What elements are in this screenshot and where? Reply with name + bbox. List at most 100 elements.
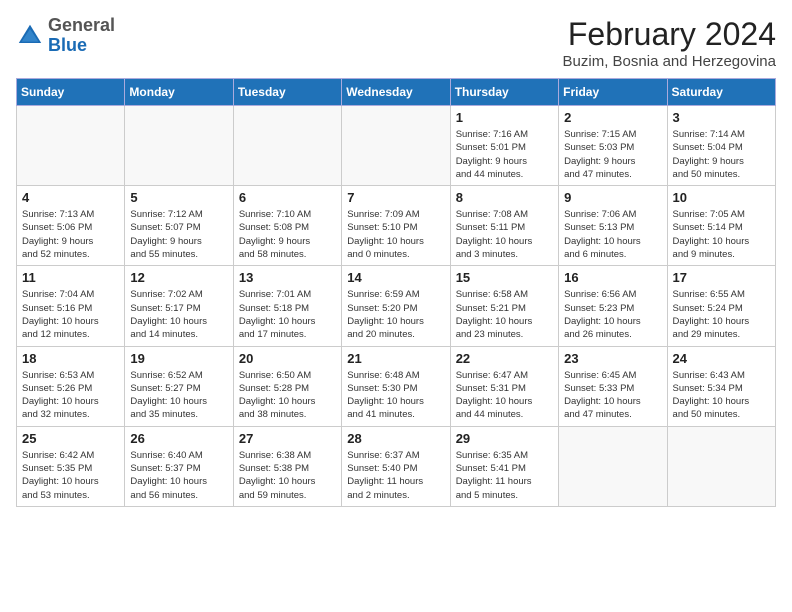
logo-icon	[16, 22, 44, 50]
weekday-header-monday: Monday	[125, 79, 233, 106]
day-info: Sunrise: 6:59 AM Sunset: 5:20 PM Dayligh…	[347, 288, 444, 341]
day-number: 21	[347, 351, 444, 366]
weekday-header-friday: Friday	[559, 79, 667, 106]
weekday-header-wednesday: Wednesday	[342, 79, 450, 106]
day-number: 1	[456, 110, 553, 125]
day-info: Sunrise: 6:50 AM Sunset: 5:28 PM Dayligh…	[239, 369, 336, 422]
calendar-cell: 23 Sunrise: 6:45 AM Sunset: 5:33 PM Dayli…	[559, 346, 667, 426]
day-info: Sunrise: 6:55 AM Sunset: 5:24 PM Dayligh…	[673, 288, 770, 341]
day-info: Sunrise: 6:38 AM Sunset: 5:38 PM Dayligh…	[239, 449, 336, 502]
day-info: Sunrise: 7:10 AM Sunset: 5:08 PM Dayligh…	[239, 208, 336, 261]
calendar-cell: 11 Sunrise: 7:04 AM Sunset: 5:16 PM Dayli…	[17, 266, 125, 346]
calendar-cell: 27 Sunrise: 6:38 AM Sunset: 5:38 PM Dayli…	[233, 426, 341, 506]
day-info: Sunrise: 6:35 AM Sunset: 5:41 PM Dayligh…	[456, 449, 553, 502]
day-info: Sunrise: 6:53 AM Sunset: 5:26 PM Dayligh…	[22, 369, 119, 422]
day-number: 29	[456, 431, 553, 446]
weekday-header-saturday: Saturday	[667, 79, 775, 106]
weekday-header-sunday: Sunday	[17, 79, 125, 106]
calendar-cell: 2 Sunrise: 7:15 AM Sunset: 5:03 PM Daylig…	[559, 106, 667, 186]
calendar-cell: 20 Sunrise: 6:50 AM Sunset: 5:28 PM Dayli…	[233, 346, 341, 426]
day-info: Sunrise: 7:02 AM Sunset: 5:17 PM Dayligh…	[130, 288, 227, 341]
weekday-header-tuesday: Tuesday	[233, 79, 341, 106]
calendar-cell: 28Sunrise: 6:37 AM Sunset: 5:40 PM Dayli…	[342, 426, 450, 506]
calendar-cell: 7Sunrise: 7:09 AM Sunset: 5:10 PM Daylig…	[342, 186, 450, 266]
day-info: Sunrise: 7:04 AM Sunset: 5:16 PM Dayligh…	[22, 288, 119, 341]
day-number: 5	[130, 190, 227, 205]
day-number: 19	[130, 351, 227, 366]
calendar-cell: 18 Sunrise: 6:53 AM Sunset: 5:26 PM Dayli…	[17, 346, 125, 426]
day-info: Sunrise: 6:42 AM Sunset: 5:35 PM Dayligh…	[22, 449, 119, 502]
calendar-cell: 3 Sunrise: 7:14 AM Sunset: 5:04 PM Daylig…	[667, 106, 775, 186]
day-number: 22	[456, 351, 553, 366]
calendar-cell	[233, 106, 341, 186]
location: Buzim, Bosnia and Herzegovina	[563, 53, 776, 70]
calendar-cell: 21 Sunrise: 6:48 AM Sunset: 5:30 PM Dayli…	[342, 346, 450, 426]
calendar-cell: 19Sunrise: 6:52 AM Sunset: 5:27 PM Dayli…	[125, 346, 233, 426]
calendar-week-1: 1 Sunrise: 7:16 AM Sunset: 5:01 PM Daylig…	[17, 106, 776, 186]
day-number: 12	[130, 270, 227, 285]
calendar-cell: 4 Sunrise: 7:13 AM Sunset: 5:06 PM Daylig…	[17, 186, 125, 266]
weekday-header-row: SundayMondayTuesdayWednesdayThursdayFrid…	[17, 79, 776, 106]
day-number: 17	[673, 270, 770, 285]
logo-general-text: General	[48, 15, 115, 35]
calendar-week-4: 18 Sunrise: 6:53 AM Sunset: 5:26 PM Dayli…	[17, 346, 776, 426]
day-info: Sunrise: 7:05 AM Sunset: 5:14 PM Dayligh…	[673, 208, 770, 261]
title-block: February 2024 Buzim, Bosnia and Herzegov…	[563, 16, 776, 70]
day-number: 6	[239, 190, 336, 205]
day-number: 13	[239, 270, 336, 285]
calendar-cell	[667, 426, 775, 506]
calendar-cell	[17, 106, 125, 186]
calendar-week-5: 25 Sunrise: 6:42 AM Sunset: 5:35 PM Dayli…	[17, 426, 776, 506]
day-info: Sunrise: 6:56 AM Sunset: 5:23 PM Dayligh…	[564, 288, 661, 341]
day-info: Sunrise: 7:09 AM Sunset: 5:10 PM Dayligh…	[347, 208, 444, 261]
calendar-cell: 14 Sunrise: 6:59 AM Sunset: 5:20 PM Dayli…	[342, 266, 450, 346]
day-number: 10	[673, 190, 770, 205]
calendar-table: SundayMondayTuesdayWednesdayThursdayFrid…	[16, 78, 776, 507]
calendar-cell: 16 Sunrise: 6:56 AM Sunset: 5:23 PM Dayli…	[559, 266, 667, 346]
day-number: 4	[22, 190, 119, 205]
day-info: Sunrise: 7:01 AM Sunset: 5:18 PM Dayligh…	[239, 288, 336, 341]
calendar-cell: 13 Sunrise: 7:01 AM Sunset: 5:18 PM Dayli…	[233, 266, 341, 346]
day-info: Sunrise: 6:37 AM Sunset: 5:40 PM Dayligh…	[347, 449, 444, 502]
day-number: 24	[673, 351, 770, 366]
calendar-cell: 9Sunrise: 7:06 AM Sunset: 5:13 PM Daylig…	[559, 186, 667, 266]
day-info: Sunrise: 7:12 AM Sunset: 5:07 PM Dayligh…	[130, 208, 227, 261]
calendar-cell	[342, 106, 450, 186]
calendar-cell: 6 Sunrise: 7:10 AM Sunset: 5:08 PM Daylig…	[233, 186, 341, 266]
month-title: February 2024	[563, 16, 776, 53]
day-number: 14	[347, 270, 444, 285]
page-header: General Blue February 2024 Buzim, Bosnia…	[16, 16, 776, 70]
calendar-cell: 25 Sunrise: 6:42 AM Sunset: 5:35 PM Dayli…	[17, 426, 125, 506]
day-number: 9	[564, 190, 661, 205]
weekday-header-thursday: Thursday	[450, 79, 558, 106]
day-info: Sunrise: 6:45 AM Sunset: 5:33 PM Dayligh…	[564, 369, 661, 422]
logo-blue-text: Blue	[48, 35, 87, 55]
day-info: Sunrise: 6:47 AM Sunset: 5:31 PM Dayligh…	[456, 369, 553, 422]
calendar-cell: 29 Sunrise: 6:35 AM Sunset: 5:41 PM Dayli…	[450, 426, 558, 506]
day-number: 18	[22, 351, 119, 366]
calendar-cell: 22 Sunrise: 6:47 AM Sunset: 5:31 PM Dayli…	[450, 346, 558, 426]
day-info: Sunrise: 7:14 AM Sunset: 5:04 PM Dayligh…	[673, 128, 770, 181]
calendar-week-2: 4 Sunrise: 7:13 AM Sunset: 5:06 PM Daylig…	[17, 186, 776, 266]
calendar-cell: 5 Sunrise: 7:12 AM Sunset: 5:07 PM Daylig…	[125, 186, 233, 266]
calendar-week-3: 11 Sunrise: 7:04 AM Sunset: 5:16 PM Dayli…	[17, 266, 776, 346]
day-number: 11	[22, 270, 119, 285]
day-number: 2	[564, 110, 661, 125]
day-number: 20	[239, 351, 336, 366]
day-number: 25	[22, 431, 119, 446]
day-number: 3	[673, 110, 770, 125]
calendar-cell: 26Sunrise: 6:40 AM Sunset: 5:37 PM Dayli…	[125, 426, 233, 506]
day-number: 27	[239, 431, 336, 446]
day-info: Sunrise: 7:15 AM Sunset: 5:03 PM Dayligh…	[564, 128, 661, 181]
day-info: Sunrise: 7:13 AM Sunset: 5:06 PM Dayligh…	[22, 208, 119, 261]
day-info: Sunrise: 7:16 AM Sunset: 5:01 PM Dayligh…	[456, 128, 553, 181]
day-number: 23	[564, 351, 661, 366]
day-info: Sunrise: 7:08 AM Sunset: 5:11 PM Dayligh…	[456, 208, 553, 261]
calendar-cell: 1 Sunrise: 7:16 AM Sunset: 5:01 PM Daylig…	[450, 106, 558, 186]
day-number: 8	[456, 190, 553, 205]
day-info: Sunrise: 6:43 AM Sunset: 5:34 PM Dayligh…	[673, 369, 770, 422]
calendar-cell: 8 Sunrise: 7:08 AM Sunset: 5:11 PM Daylig…	[450, 186, 558, 266]
day-info: Sunrise: 6:48 AM Sunset: 5:30 PM Dayligh…	[347, 369, 444, 422]
day-number: 16	[564, 270, 661, 285]
calendar-cell: 15Sunrise: 6:58 AM Sunset: 5:21 PM Dayli…	[450, 266, 558, 346]
